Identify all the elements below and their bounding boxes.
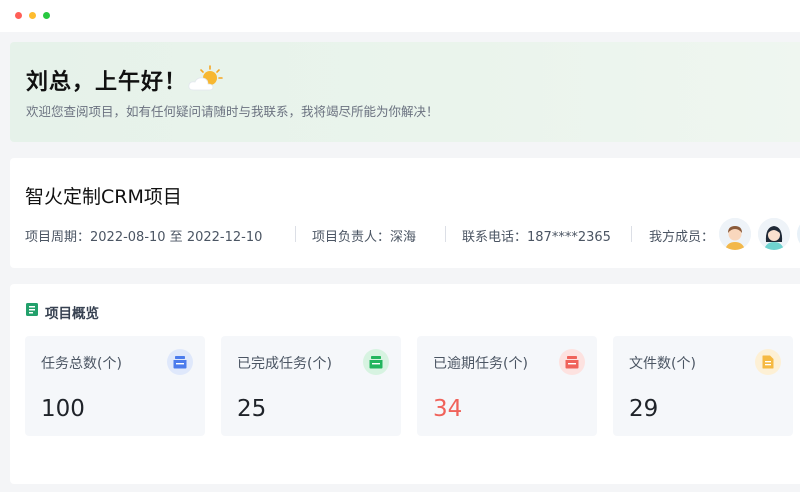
minimize-window-button[interactable]	[29, 12, 36, 19]
project-overview-panel: 项目概览 任务总数(个) 100 已完成任务(个) 25 已逾期任务(个) 34…	[10, 284, 800, 484]
person-avatar-icon	[758, 218, 790, 250]
person-avatar-icon	[719, 218, 751, 250]
window-titlebar	[0, 0, 800, 32]
stat-card-completed-tasks[interactable]: 已完成任务(个) 25	[221, 336, 401, 436]
stat-value: 25	[237, 396, 267, 422]
inbox-icon	[363, 349, 389, 375]
document-icon	[755, 349, 781, 375]
greeting-banner: 刘总，上午好！ 欢迎您查阅项目，如有任何疑问请随时与我联系，我将竭尽所能为你解决…	[10, 42, 800, 142]
greeting-subtitle: 欢迎您查阅项目，如有任何疑问请随时与我联系，我将竭尽所能为你解决！	[26, 104, 439, 119]
divider	[445, 226, 446, 242]
bookmark-icon	[26, 303, 38, 316]
stat-label: 任务总数(个)	[41, 356, 122, 372]
divider	[631, 226, 632, 242]
project-title: 智火定制CRM项目	[25, 186, 182, 208]
stat-value: 34	[433, 396, 463, 422]
project-owner: 项目负责人：深海	[312, 230, 417, 245]
stat-label: 已完成任务(个)	[237, 356, 332, 372]
project-period: 项目周期：2022-08-10 至 2022-12-10	[25, 230, 263, 245]
stat-value: 29	[629, 396, 659, 422]
greeting-title: 刘总，上午好！	[26, 70, 188, 95]
project-info-card: 智火定制CRM项目 项目周期：2022-08-10 至 2022-12-10 项…	[10, 158, 800, 268]
maximize-window-button[interactable]	[43, 12, 50, 19]
member-avatar[interactable]	[719, 218, 751, 250]
overview-title: 项目概览	[45, 306, 99, 322]
team-members-label: 我方成员：	[649, 230, 715, 245]
inbox-icon	[167, 349, 193, 375]
stat-card-files[interactable]: 文件数(个) 29	[613, 336, 793, 436]
stat-card-overdue-tasks[interactable]: 已逾期任务(个) 34	[417, 336, 597, 436]
stat-label: 已逾期任务(个)	[433, 356, 528, 372]
stat-value: 100	[41, 396, 85, 422]
stat-label: 文件数(个)	[629, 356, 696, 372]
inbox-icon	[559, 349, 585, 375]
member-avatar[interactable]	[758, 218, 790, 250]
partly-sunny-icon	[188, 65, 223, 91]
stat-card-total-tasks[interactable]: 任务总数(个) 100	[25, 336, 205, 436]
divider	[295, 226, 296, 242]
close-window-button[interactable]	[15, 12, 22, 19]
contact-phone: 联系电话：187****2365	[462, 230, 611, 245]
